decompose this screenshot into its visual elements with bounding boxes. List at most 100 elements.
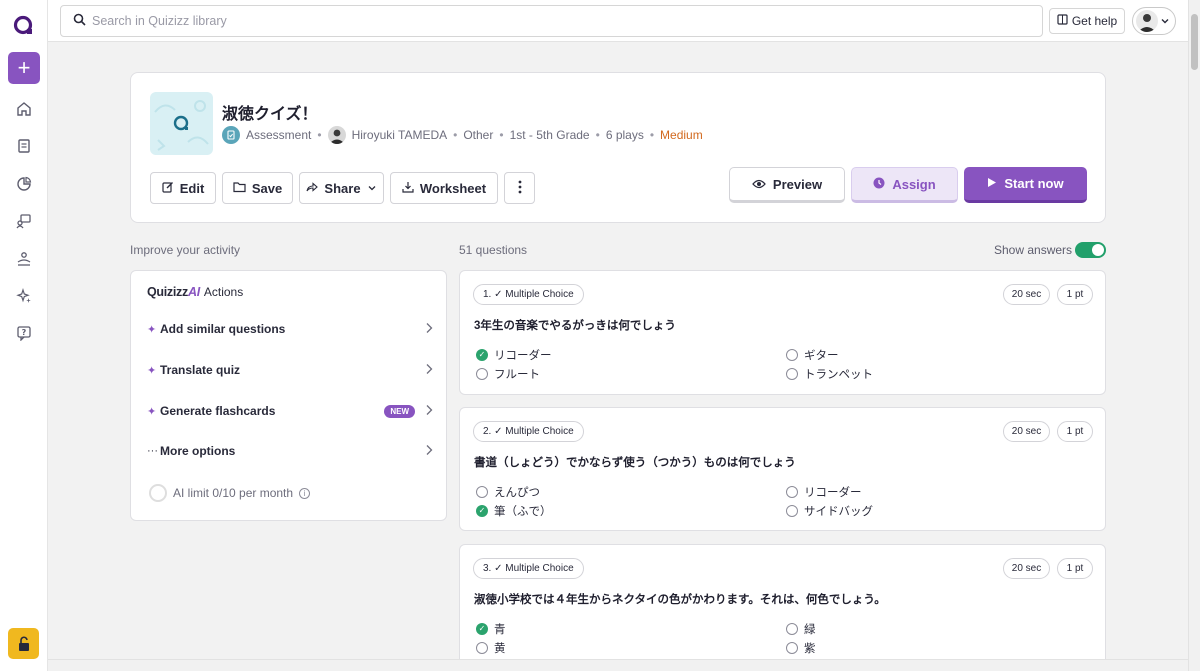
ai-item-add-similar[interactable]: ✦ Add similar questions [147,319,433,339]
answer-option: 紫 [786,640,816,656]
edit-button[interactable]: Edit [150,172,216,204]
assign-button[interactable]: Assign [851,167,958,203]
unlock-icon[interactable] [8,628,39,659]
ai-item-translate[interactable]: ✦ Translate quiz [147,360,433,380]
question-text: 書道（しょどう）でかならず使う（つかう）ものは何でしょう [474,457,796,469]
radio-icon [786,368,798,380]
ellipsis-icon: ··· [147,445,158,457]
question-text: 淑徳小学校では４年生からネクタイの色がかわります。それは、何色でしょう。 [474,594,886,606]
ai-item-flashcards[interactable]: ✦ Generate flashcards NEW [147,401,433,421]
book-help-icon [1057,14,1068,28]
save-label: Save [251,180,283,196]
worksheet-label: Worksheet [419,180,487,196]
author-avatar [327,126,346,144]
answer-text: フルート [494,369,540,381]
ai-limit: AI limit 0/10 per month i [149,484,311,502]
answer-text: トランペット [804,369,873,381]
radio-icon [476,642,488,654]
ai-limit-label: AI limit 0/10 per month [173,486,294,500]
reports-icon[interactable] [14,174,34,194]
answer-text: 黄 [494,643,506,655]
profile-menu-button[interactable] [1132,7,1176,35]
meta-separator: • [453,128,458,142]
chevron-down-icon [367,181,377,196]
ai-actions-header: QuizizzAI Actions [147,285,243,299]
question-card[interactable]: 1. ✓ Multiple Choice 20 sec 1 pt 3年生の音楽で… [459,270,1106,395]
quiz-grade: 1st - 5th Grade [509,128,590,142]
horizontal-scrollbar[interactable] [48,659,1188,671]
answer-text: 青 [494,624,506,636]
help-chat-icon[interactable]: ? [14,323,34,343]
quizizz-logo-icon[interactable] [12,14,36,38]
new-badge: NEW [384,404,415,418]
answer-option: フルート [476,366,540,382]
share-label: Share [324,180,361,196]
radio-icon [476,368,488,380]
more-options-button[interactable] [504,172,535,204]
play-icon [987,176,997,191]
assessment-icon [222,126,240,144]
meta-separator: • [649,128,655,142]
edit-icon [162,181,174,196]
sparkle-icon: ✦ [147,405,157,418]
create-button[interactable]: + [8,52,40,84]
save-button[interactable]: Save [222,172,293,204]
time-pill[interactable]: 20 sec [1003,558,1050,579]
edit-label: Edit [179,180,205,196]
time-pill[interactable]: 20 sec [1003,421,1050,442]
limit-ring-icon [149,484,167,502]
radio-icon [786,486,798,498]
correct-check-icon: ✓ [476,623,488,635]
correct-check-icon: ✓ [476,349,488,361]
quiz-meta: Assessment • Hiroyuki TAMEDA • Other • 1… [222,125,703,145]
show-answers-toggle[interactable] [1075,242,1106,258]
question-type-badge: 3. ✓ Multiple Choice [473,558,584,579]
meta-separator: • [317,128,322,142]
answer-option: リコーダー [786,484,862,500]
meta-separator: • [595,128,600,142]
points-pill[interactable]: 1 pt [1057,284,1093,305]
points-pill[interactable]: 1 pt [1057,558,1093,579]
points-pill[interactable]: 1 pt [1057,421,1093,442]
question-card[interactable]: 3. ✓ Multiple Choice 20 sec 1 pt 淑徳小学校では… [459,544,1106,668]
answer-text: えんぴつ [494,487,540,499]
ai-sparkle-icon[interactable] [14,286,34,306]
kebab-menu-icon [518,180,522,197]
question-card[interactable]: 2. ✓ Multiple Choice 20 sec 1 pt 書道（しょどう… [459,407,1106,531]
home-icon[interactable] [14,99,34,119]
radio-icon [786,505,798,517]
ai-actions-title: Actions [203,285,244,299]
info-icon[interactable]: i [299,487,311,499]
ai-item-label: Translate quiz [160,363,241,377]
time-pill[interactable]: 20 sec [1003,284,1050,305]
start-now-button[interactable]: Start now [964,167,1087,203]
question-text: 3年生の音楽でやるがっきは何でしょう [474,320,676,332]
question-type-badge: 1. ✓ Multiple Choice [473,284,584,305]
quiz-header-card: 淑徳クイズ！ Assessment • Hiroyuki TAMEDA • Ot… [130,72,1106,223]
preview-button[interactable]: Preview [729,167,845,203]
sparkle-icon: ✦ [147,364,157,377]
worksheet-button[interactable]: Worksheet [390,172,498,204]
classes-icon[interactable] [14,211,34,231]
share-button[interactable]: Share [299,172,384,204]
ai-actions-panel: QuizizzAI Actions ✦ Add similar question… [130,270,447,521]
get-help-button[interactable]: Get help [1049,8,1125,34]
answer-option: ✓ リコーダー [476,347,552,363]
library-icon[interactable] [14,136,34,156]
ai-item-more-options[interactable]: ··· More options [147,441,433,461]
scrollbar-thumb[interactable] [1191,14,1198,70]
chevron-right-icon [425,444,433,459]
quiz-plays: 6 plays [605,128,644,142]
quiz-author[interactable]: Hiroyuki TAMEDA [352,128,448,142]
answer-option: えんぴつ [476,484,540,500]
search-input[interactable]: Search in Quizizz library [60,5,1043,37]
toggle-knob [1092,244,1104,256]
search-placeholder: Search in Quizizz library [92,14,227,28]
ai-item-label: Generate flashcards [160,404,276,418]
vertical-scrollbar[interactable] [1188,0,1200,671]
answer-text: リコーダー [494,350,552,362]
assign-label: Assign [892,176,936,192]
accommodations-icon[interactable] [14,249,34,269]
answer-text: サイドバッグ [804,506,873,518]
quiz-thumbnail [150,92,213,155]
